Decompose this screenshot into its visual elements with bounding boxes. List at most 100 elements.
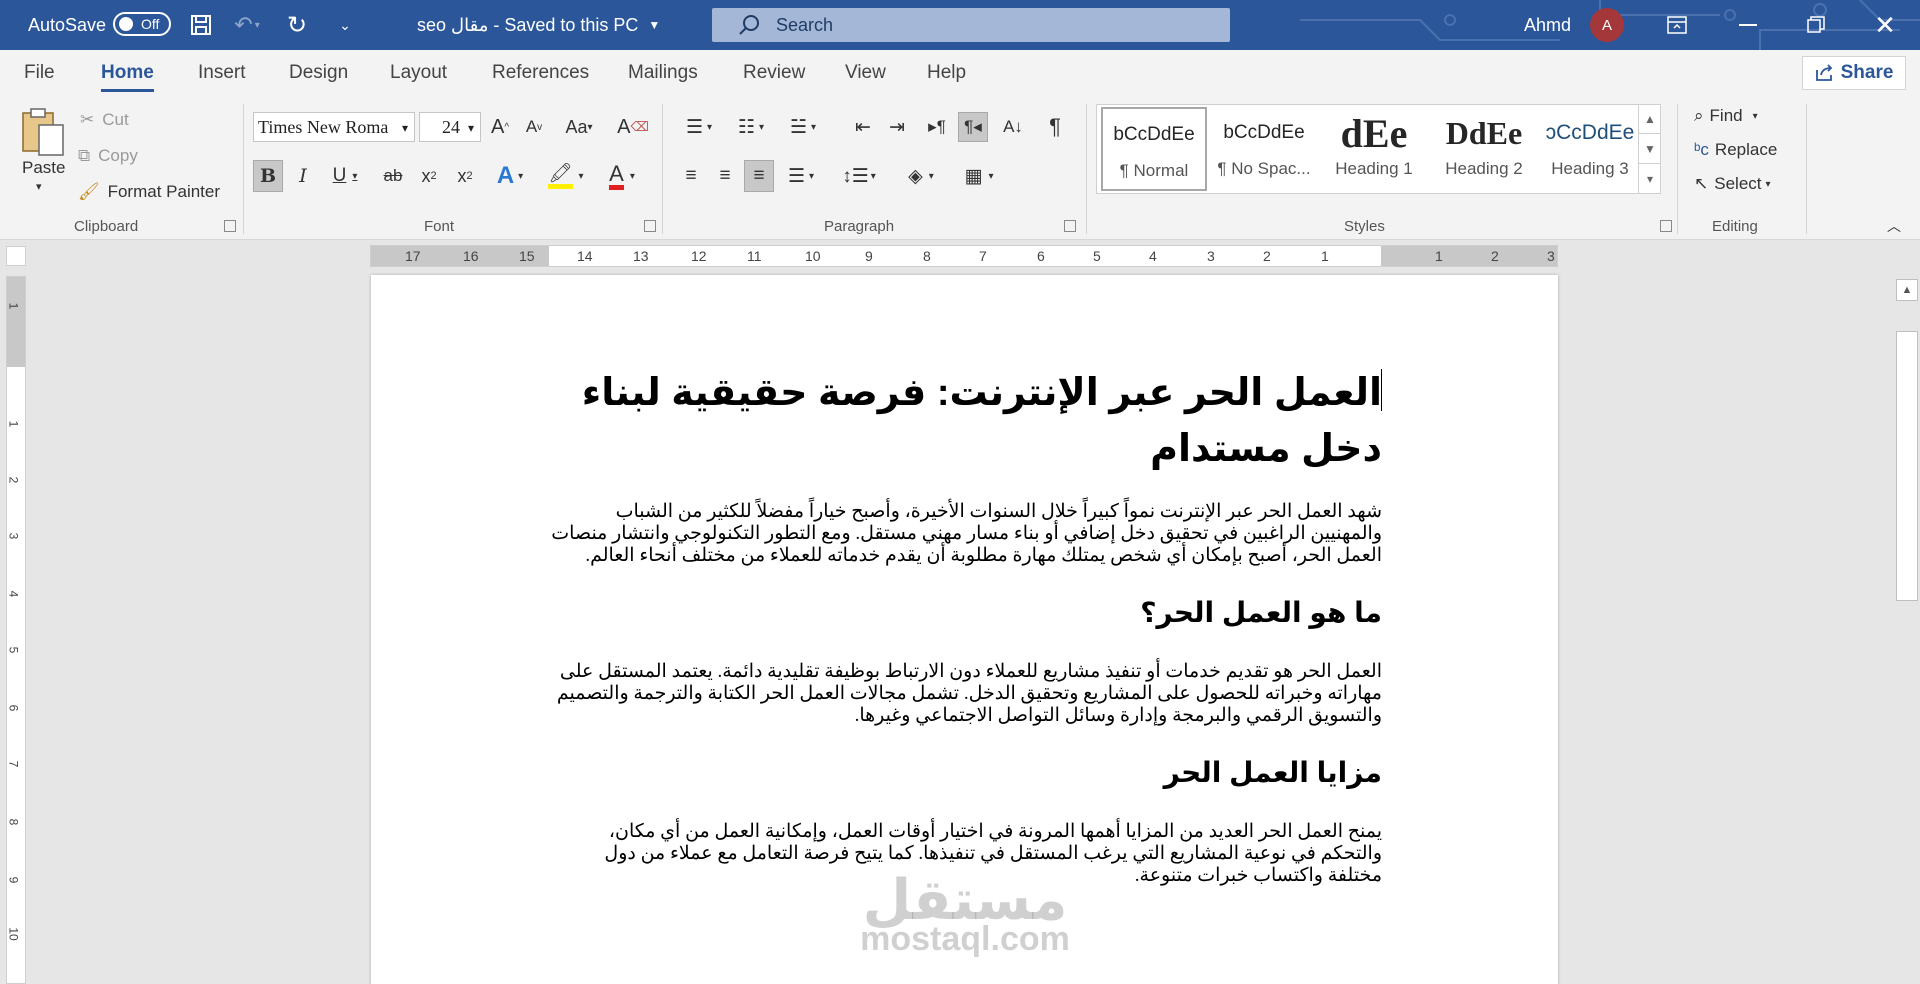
align-right-icon[interactable]: ≡: [744, 160, 774, 192]
align-center-icon[interactable]: ≡: [710, 160, 740, 192]
multilevel-list-icon[interactable]: ☱ ▾: [780, 112, 826, 142]
styles-scroll: ▲ ▼ ▾: [1638, 104, 1661, 194]
tab-design[interactable]: Design: [289, 50, 348, 96]
avatar[interactable]: A: [1590, 8, 1624, 42]
group-divider: [1677, 104, 1678, 234]
sort-icon[interactable]: A↓: [998, 112, 1028, 142]
shrink-font-icon[interactable]: Av: [520, 112, 548, 142]
tab-file[interactable]: File: [24, 50, 55, 96]
text-effects-icon[interactable]: A ▾: [488, 160, 532, 192]
tab-review[interactable]: Review: [743, 50, 805, 96]
decrease-indent-icon[interactable]: ⇤: [848, 112, 878, 142]
autosave-toggle[interactable]: Off: [113, 12, 171, 36]
tab-insert[interactable]: Insert: [198, 50, 246, 96]
copy-button[interactable]: ⧉ Copy: [78, 146, 138, 166]
line-spacing-icon[interactable]: ↕☰ ▾: [836, 160, 882, 192]
restore-icon[interactable]: [1788, 0, 1844, 50]
highlight-color-icon[interactable]: 🖍 ▾: [544, 160, 588, 192]
undo-icon[interactable]: ↶ ▾: [230, 12, 264, 38]
horizontal-ruler[interactable]: 17 16 15 14 13 12 11 10 9 8 7 6 5 4 3 2 …: [370, 245, 1558, 267]
document-title[interactable]: seo مقال - Saved to this PC ▼: [417, 0, 660, 50]
paste-dropdown-icon[interactable]: ▾: [36, 180, 42, 193]
replace-button[interactable]: ᵇc Replace: [1694, 140, 1777, 160]
justify-icon[interactable]: ☰ ▾: [778, 160, 824, 192]
tab-help[interactable]: Help: [927, 50, 966, 96]
paragraph-launcher-icon[interactable]: [1064, 220, 1076, 232]
subscript-icon[interactable]: x2: [414, 160, 444, 192]
underline-icon[interactable]: U ▾: [324, 160, 366, 192]
strikethrough-icon[interactable]: ab: [378, 160, 408, 192]
close-icon[interactable]: ✕: [1857, 0, 1913, 50]
document-title-heading[interactable]: العمل الحر عبر الإنترنت: فرصة حقيقية لبن…: [551, 365, 1382, 477]
cut-button[interactable]: ✂ Cut: [80, 110, 129, 130]
increase-indent-icon[interactable]: ⇥: [882, 112, 912, 142]
section-heading-what-is[interactable]: ما هو العمل الحر؟: [551, 593, 1382, 633]
style-heading-3[interactable]: ɔCcDdEe Heading 3: [1537, 107, 1643, 191]
style-heading-1[interactable]: dEe Heading 1: [1321, 107, 1427, 191]
font-name-combo[interactable]: Times New Roma ▾: [253, 112, 415, 142]
scroll-thumb[interactable]: [1896, 331, 1918, 601]
paste-button[interactable]: Paste: [22, 158, 65, 178]
document-body[interactable]: العمل الحر عبر الإنترنت: فرصة حقيقية لبن…: [551, 365, 1382, 887]
find-icon: ⌕: [1694, 106, 1704, 125]
collapse-ribbon-icon[interactable]: ︿: [1884, 218, 1904, 234]
section-heading-advantages[interactable]: مزايا العمل الحر: [551, 753, 1382, 793]
minimize-icon[interactable]: [1720, 0, 1776, 50]
styles-scroll-down-icon[interactable]: ▼: [1639, 134, 1661, 164]
redo-icon[interactable]: ↻: [284, 12, 310, 39]
font-color-icon[interactable]: A ▾: [600, 160, 644, 192]
tab-view[interactable]: View: [845, 50, 886, 96]
align-left-icon[interactable]: ≡: [676, 160, 706, 192]
clipboard-launcher-icon[interactable]: [224, 220, 236, 232]
shading-icon[interactable]: ◈ ▾: [898, 160, 944, 192]
group-divider: [1086, 104, 1087, 234]
scroll-up-icon[interactable]: ▲: [1896, 279, 1918, 301]
styles-scroll-up-icon[interactable]: ▲: [1639, 104, 1661, 134]
change-case-icon[interactable]: Aa ▾: [558, 112, 600, 142]
search-icon: [739, 15, 759, 35]
group-label-clipboard: Clipboard: [74, 218, 139, 235]
styles-gallery: bCcDdEe ¶ Normal bCcDdEe ¶ No Spac... dE…: [1096, 104, 1661, 194]
customize-toolbar-icon[interactable]: ⌄: [334, 14, 356, 36]
intro-paragraph[interactable]: شهد العمل الحر عبر الإنترنت نمواً كبيراً…: [551, 501, 1382, 567]
borders-icon[interactable]: ▦ ▾: [956, 160, 1002, 192]
vertical-scrollbar[interactable]: ▲: [1893, 275, 1920, 984]
bold-icon[interactable]: B: [253, 160, 283, 192]
paste-icon[interactable]: [20, 106, 66, 158]
group-label-editing: Editing: [1712, 218, 1758, 235]
rtl-direction-icon[interactable]: ¶◂: [958, 112, 988, 142]
select-button[interactable]: ↖ Select ▾: [1694, 174, 1771, 194]
bullets-icon[interactable]: ☰ ▾: [676, 112, 722, 142]
save-icon[interactable]: [188, 12, 214, 38]
tab-references[interactable]: References: [492, 50, 589, 96]
superscript-icon[interactable]: x2: [450, 160, 480, 192]
user-name[interactable]: Ahmd: [1524, 0, 1571, 50]
clear-formatting-icon[interactable]: A ⌫: [617, 112, 649, 142]
style-no-spacing[interactable]: bCcDdEe ¶ No Spac...: [1211, 107, 1317, 191]
share-button[interactable]: Share: [1802, 56, 1906, 90]
tab-layout[interactable]: Layout: [390, 50, 447, 96]
tab-selector[interactable]: [6, 246, 26, 266]
tab-mailings[interactable]: Mailings: [628, 50, 698, 96]
what-is-paragraph[interactable]: العمل الحر هو تقديم خدمات أو تنفيذ مشاري…: [551, 661, 1382, 727]
format-painter-button[interactable]: 🖌 Format Painter: [78, 182, 220, 202]
ribbon-display-options-icon[interactable]: [1649, 0, 1705, 50]
styles-more-icon[interactable]: ▾: [1639, 164, 1661, 194]
search-box[interactable]: Search: [712, 8, 1230, 42]
style-heading-2[interactable]: DdEe Heading 2: [1431, 107, 1537, 191]
font-launcher-icon[interactable]: [644, 220, 656, 232]
style-normal[interactable]: bCcDdEe ¶ Normal: [1101, 107, 1207, 191]
show-formatting-marks-icon[interactable]: ¶: [1040, 112, 1070, 142]
group-label-styles: Styles: [1344, 218, 1385, 235]
italic-icon[interactable]: I: [289, 160, 317, 192]
vertical-ruler[interactable]: 1 1 2 3 4 5 6 7 8 9 10: [6, 276, 26, 984]
grow-font-icon[interactable]: A ^: [486, 112, 514, 142]
font-size-combo[interactable]: 24 ▾: [419, 112, 481, 142]
group-divider: [662, 104, 663, 234]
ltr-direction-icon[interactable]: ▸¶: [922, 112, 952, 142]
styles-launcher-icon[interactable]: [1660, 220, 1672, 232]
numbering-icon[interactable]: ☷ ▾: [728, 112, 774, 142]
find-button[interactable]: ⌕ Find ▾: [1694, 106, 1758, 126]
tab-home[interactable]: Home: [101, 50, 154, 96]
cursor-icon: ↖: [1694, 174, 1709, 193]
